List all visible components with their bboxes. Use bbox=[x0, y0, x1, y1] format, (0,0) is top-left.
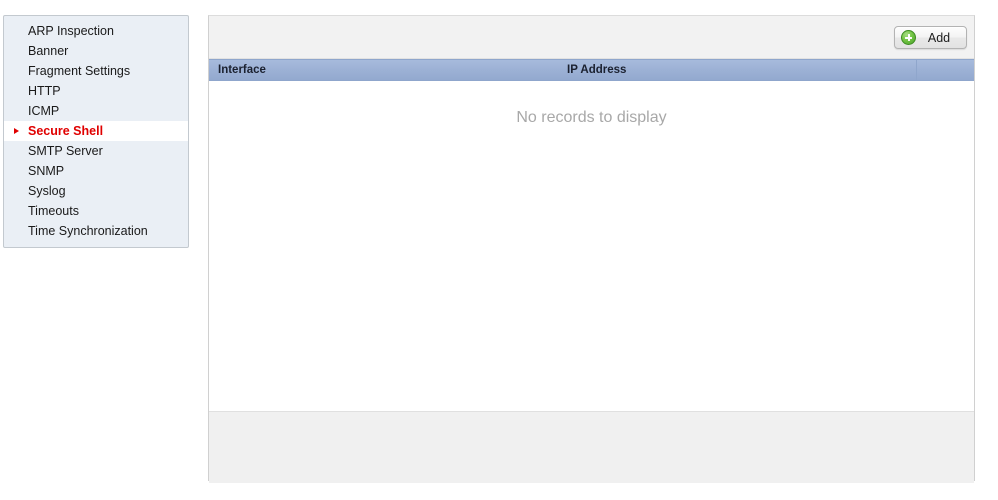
add-button[interactable]: Add bbox=[894, 26, 967, 49]
column-header-spacer bbox=[916, 60, 974, 80]
sidebar-item-label: ICMP bbox=[28, 104, 60, 118]
sidebar-item-label: ARP Inspection bbox=[28, 24, 114, 38]
sidebar-item-label: SMTP Server bbox=[28, 144, 103, 158]
sidebar-item-label: Timeouts bbox=[28, 204, 79, 218]
sidebar-item-label: HTTP bbox=[28, 84, 61, 98]
secure-shell-content-panel: Add Interface IP Address No records to d… bbox=[208, 15, 975, 483]
settings-navigation-sidebar: ARP Inspection Banner Fragment Settings … bbox=[3, 15, 189, 248]
sidebar-item-label: Banner bbox=[28, 44, 69, 58]
table-header-row: Interface IP Address bbox=[209, 59, 974, 81]
sidebar-item-snmp[interactable]: SNMP bbox=[4, 161, 188, 181]
sidebar-item-timeouts[interactable]: Timeouts bbox=[4, 201, 188, 221]
sidebar-item-http[interactable]: HTTP bbox=[4, 81, 188, 101]
sidebar-item-label: SNMP bbox=[28, 164, 65, 178]
table-body: No records to display bbox=[209, 81, 974, 411]
sidebar-item-label: Syslog bbox=[28, 184, 66, 198]
add-button-label: Add bbox=[927, 30, 951, 45]
table-toolbar: Add bbox=[209, 16, 974, 59]
column-header-ip-address[interactable]: IP Address bbox=[567, 64, 916, 76]
selection-marker-icon bbox=[14, 127, 19, 134]
empty-state-message: No records to display bbox=[516, 109, 667, 126]
sidebar-item-label: Time Synchronization bbox=[28, 224, 148, 238]
sidebar-item-time-synchronization[interactable]: Time Synchronization bbox=[4, 221, 188, 241]
sidebar-item-syslog[interactable]: Syslog bbox=[4, 181, 188, 201]
sidebar-item-fragment-settings[interactable]: Fragment Settings bbox=[4, 61, 188, 81]
plus-circle-green-icon bbox=[901, 30, 916, 45]
sidebar-item-banner[interactable]: Banner bbox=[4, 41, 188, 61]
sidebar-item-label: Fragment Settings bbox=[28, 64, 131, 78]
sidebar-item-icmp[interactable]: ICMP bbox=[4, 101, 188, 121]
table-footer-area bbox=[209, 411, 974, 483]
sidebar-item-label: Secure Shell bbox=[28, 124, 104, 138]
column-header-interface[interactable]: Interface bbox=[209, 64, 567, 76]
sidebar-item-secure-shell[interactable]: Secure Shell bbox=[4, 121, 188, 141]
sidebar-item-smtp-server[interactable]: SMTP Server bbox=[4, 141, 188, 161]
sidebar-item-arp-inspection[interactable]: ARP Inspection bbox=[4, 21, 188, 41]
